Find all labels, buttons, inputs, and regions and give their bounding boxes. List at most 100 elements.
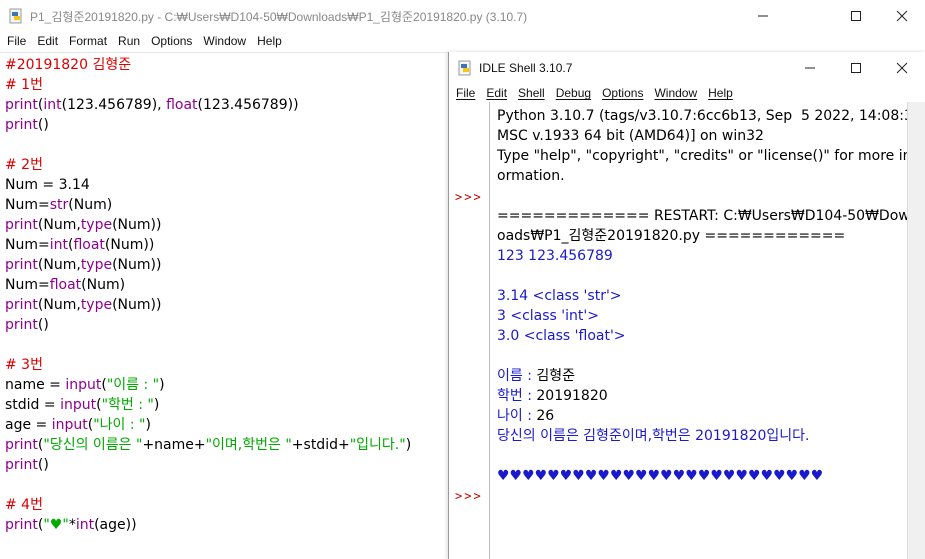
code-token-builtin: float: [73, 237, 105, 253]
code-line: # 1번: [5, 75, 43, 95]
code-token-builtin: int: [43, 97, 62, 113]
shell-output-segment: 나이 :: [497, 408, 537, 424]
maximize-icon[interactable]: [833, 0, 879, 31]
code-token-string: "당신의 이름은 ": [43, 437, 143, 453]
code-token-plain: (123.456789),: [61, 97, 167, 113]
shell-output-segment: 김형준: [536, 368, 576, 384]
shell-output-line: 123 123.456789: [497, 248, 613, 264]
editor-window-title: P1_김형준20191820.py - C:₩Users₩D104-50₩Dow…: [30, 10, 528, 24]
shell-output-line: ♥♥♥♥♥♥♥♥♥♥♥♥♥♥♥♥♥♥♥♥♥♥♥♥♥♥: [497, 468, 824, 484]
shell-maximize-icon[interactable]: [833, 52, 879, 83]
code-token-plain: ): [159, 377, 165, 393]
shell-output-line: Type "help", "copyright", "credits" or "…: [497, 148, 917, 164]
shell-output-segment: 이름 :: [497, 368, 537, 384]
code-line: name = input("이름 : "): [5, 375, 165, 395]
code-token-plain: (Num)): [112, 217, 162, 233]
code-token-plain: (Num,: [37, 257, 81, 273]
code-line: print(): [5, 115, 49, 135]
code-token-builtin: print: [5, 117, 38, 133]
minimize-icon[interactable]: [740, 0, 786, 31]
python-file-icon: [9, 8, 22, 24]
editor-menu-options[interactable]: Options: [151, 34, 192, 48]
code-token-builtin: float: [49, 277, 82, 293]
code-line: Num=str(Num): [5, 195, 112, 215]
code-token-builtin: print: [5, 317, 38, 333]
code-token-plain: +stdid+: [291, 437, 350, 453]
shell-menu-file[interactable]: File: [456, 86, 475, 100]
shell-menu-edit[interactable]: Edit: [486, 86, 507, 100]
shell-minimize-icon[interactable]: [787, 52, 833, 83]
code-token-plain: (Num,: [37, 217, 81, 233]
code-token-builtin: print: [5, 297, 38, 313]
shell-menu-debug[interactable]: Debug: [556, 86, 591, 100]
code-token-plain: Num = 3.14: [5, 177, 90, 193]
code-token-comment: # 3번: [5, 357, 43, 373]
shell-output-line: 3.14 <class 'str'>: [497, 288, 622, 304]
code-token-plain: (): [37, 317, 49, 333]
shell-output-line: 학번 : 20191820: [497, 386, 907, 406]
shell-menu-shell[interactable]: Shell: [518, 86, 545, 100]
editor-menu-window[interactable]: Window: [203, 34, 246, 48]
code-token-string: "나이 : ": [93, 417, 146, 433]
code-line: print("♥"*int(age)): [5, 515, 137, 535]
code-token-builtin: input: [51, 417, 88, 433]
editor-menu-edit[interactable]: Edit: [37, 34, 58, 48]
shell-menubar: File Edit Shell Debug Options Window Help: [449, 83, 925, 103]
editor-menu-file[interactable]: File: [7, 34, 26, 48]
code-line: # 3번: [5, 355, 43, 375]
shell-close-icon[interactable]: [879, 52, 925, 83]
code-token-builtin: int: [75, 517, 95, 533]
code-line: print(Num,type(Num)): [5, 255, 161, 275]
editor-titlebar[interactable]: P1_김형준20191820.py - C:₩Users₩D104-50₩Dow…: [0, 0, 925, 31]
code-token-builtin: print: [5, 517, 38, 533]
code-line: stdid = input("학번 : "): [5, 395, 159, 415]
code-line: print("당신의 이름은 "+name+"이며,학번은 "+stdid+"입…: [5, 435, 411, 455]
shell-menu-options[interactable]: Options: [602, 86, 643, 100]
code-token-builtin: print: [5, 97, 38, 113]
shell-menu-help[interactable]: Help: [708, 86, 733, 100]
code-token-builtin: type: [80, 297, 113, 313]
code-token-plain: (123.456789)): [197, 97, 299, 113]
code-token-builtin: type: [80, 257, 113, 273]
code-token-plain: Num=: [5, 277, 50, 293]
editor-menu-format[interactable]: Format: [69, 34, 107, 48]
code-line: print(Num,type(Num)): [5, 215, 161, 235]
code-token-comment: #20191820 김형준: [5, 57, 132, 73]
code-line: #20191820 김형준: [5, 55, 131, 75]
shell-output-line: MSC v.1933 64 bit (AMD64)] on win32: [497, 128, 764, 144]
code-token-string: "이름 : ": [106, 377, 160, 393]
shell-prompt: >>>: [455, 190, 483, 204]
shell-window-title: IDLE Shell 3.10.7: [479, 61, 573, 75]
editor-menu-run[interactable]: Run: [118, 34, 140, 48]
editor-menu-help[interactable]: Help: [257, 34, 282, 48]
shell-prompt: >>>: [455, 489, 483, 503]
shell-output-line: [497, 446, 907, 466]
shell-menu-window[interactable]: Window: [654, 86, 697, 100]
shell-output-line: 3.0 <class 'float'>: [497, 328, 626, 344]
close-icon[interactable]: [879, 0, 925, 31]
code-line: print(Num,type(Num)): [5, 295, 161, 315]
code-token-builtin: int: [49, 237, 68, 253]
code-token-plain: name =: [5, 377, 66, 393]
editor-menubar: File Edit Format Run Options Window Help: [0, 31, 925, 51]
code-line: Num = 3.14: [5, 175, 90, 195]
code-token-builtin: print: [5, 457, 38, 473]
shell-titlebar[interactable]: IDLE Shell 3.10.7: [449, 52, 925, 83]
code-line: # 2번: [5, 155, 43, 175]
shell-prompt-gutter: >>> >>>: [449, 102, 490, 559]
code-token-plain: +name+: [142, 437, 206, 453]
code-token-builtin: input: [60, 397, 97, 413]
shell-output-line: ============= RESTART: C:₩Users₩D104-50₩…: [497, 208, 923, 224]
code-line: Num=int(float(Num)): [5, 235, 154, 255]
code-token-builtin: input: [65, 377, 102, 393]
code-token-builtin: print: [5, 437, 38, 453]
shell-scrollbar[interactable]: [907, 102, 925, 559]
code-token-builtin: str: [49, 197, 69, 213]
code-token-comment: # 1번: [5, 77, 43, 93]
code-line: print(): [5, 455, 49, 475]
code-token-plain: (Num,: [37, 297, 81, 313]
code-editor[interactable]: #20191820 김형준 # 1번 print(int(123.456789), …: [0, 52, 448, 559]
shell-output-segment: 26: [536, 408, 555, 424]
code-token-plain: (Num)): [112, 257, 162, 273]
code-token-plain: Num=: [5, 197, 50, 213]
